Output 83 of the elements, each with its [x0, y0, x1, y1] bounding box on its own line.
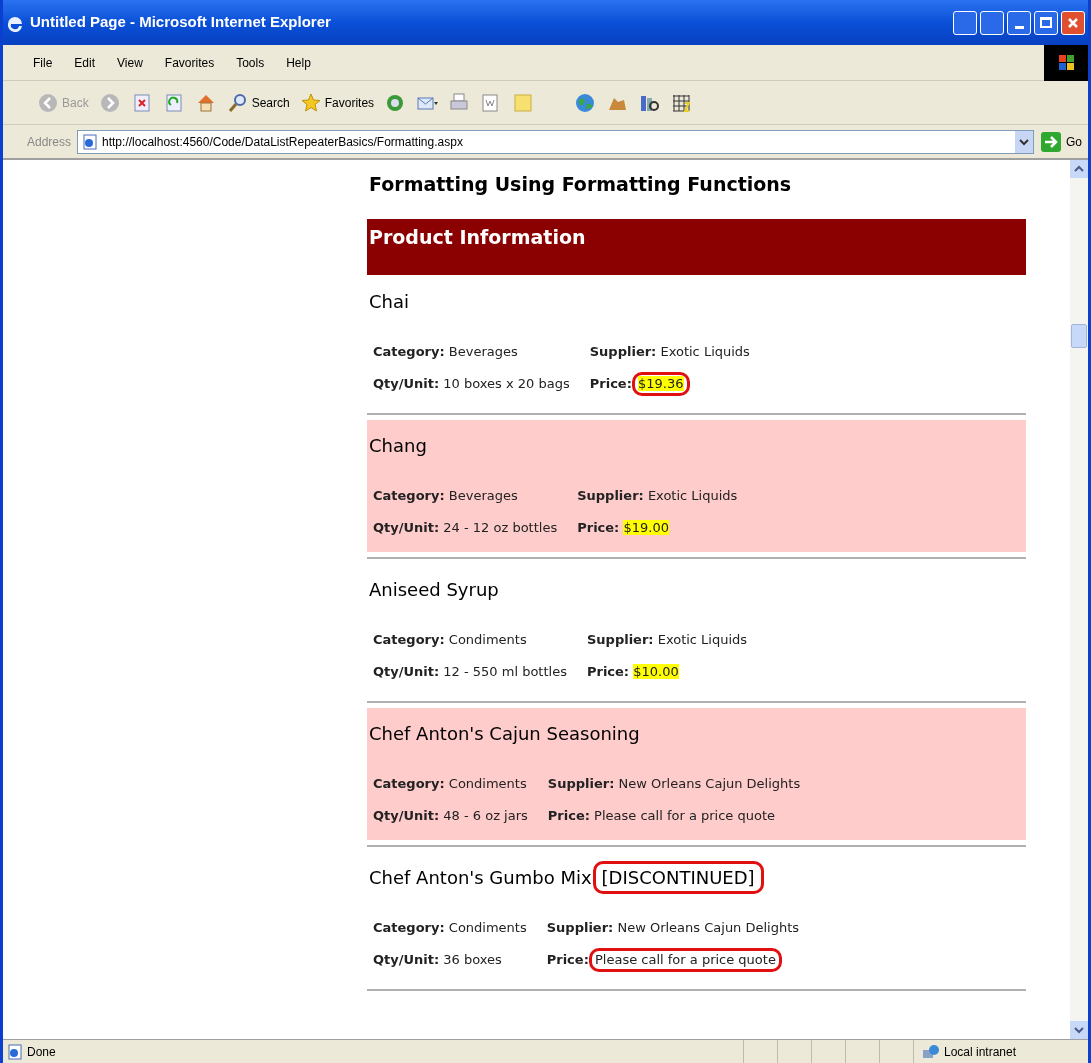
page-heading: Formatting Using Formatting Functions — [368, 172, 793, 197]
field-value: Condiments — [448, 775, 527, 791]
caret-icon — [1074, 1026, 1084, 1034]
star-icon[interactable] — [299, 91, 322, 114]
field-label: Supplier: — [546, 919, 614, 935]
address-value: http://localhost:4560/Code/DataListRepeaterBasics/Formatting.aspx — [102, 133, 464, 151]
zone-text: Local intranet — [944, 1043, 1017, 1061]
caret-icon — [1019, 137, 1029, 146]
page-icon — [7, 1043, 23, 1060]
menu-item[interactable]: Favorites — [164, 53, 215, 72]
menu-item[interactable]: View — [117, 53, 143, 72]
field-label: Category: — [373, 631, 445, 647]
field-value: $19.36 — [638, 375, 684, 391]
field-value: Condiments — [448, 631, 527, 647]
field-label: Category: — [373, 919, 445, 935]
field-value: $19.00 — [623, 519, 669, 535]
field-label: Price: — [547, 807, 590, 823]
field-value: 48 - 6 oz jars — [443, 807, 528, 823]
menu-item[interactable]: Help — [286, 53, 311, 72]
field-value: $10.00 — [633, 663, 679, 679]
search-button[interactable]: Search — [226, 91, 290, 114]
field-value: Exotic Liquids — [660, 343, 750, 359]
windows-logo-icon — [1044, 44, 1088, 81]
field-label: Supplier: — [577, 487, 644, 503]
field-value: Please call for a price quote — [595, 951, 776, 967]
field-label: Qty/Unit: — [373, 951, 440, 967]
scroll-up-button[interactable] — [1070, 160, 1088, 178]
window-button[interactable] — [980, 10, 1004, 35]
menu-item[interactable]: File — [33, 53, 53, 72]
field-label: Price: — [589, 375, 632, 391]
field-label: Qty/Unit: — [373, 663, 440, 679]
scroll-down-button[interactable] — [1070, 1021, 1088, 1039]
annotation-ring: [DISCONTINUED] — [592, 861, 764, 894]
field-label: Supplier: — [586, 631, 654, 647]
field-value: Beverages — [448, 487, 518, 503]
field-label: Price: — [586, 663, 630, 679]
field-value: 24 - 12 oz bottles — [443, 519, 558, 535]
network-globe-icon — [922, 1043, 940, 1060]
field-value: Exotic Liquids — [647, 487, 738, 503]
address-label: Address — [27, 133, 72, 151]
field-label: Category: — [373, 487, 445, 503]
product-name: Chang — [369, 434, 427, 458]
product-name: Chef Anton's Cajun Seasoning — [369, 722, 640, 746]
scrollbar[interactable] — [1070, 160, 1088, 1039]
window-title: Untitled Page - Microsoft Internet Explorer — [30, 12, 332, 33]
field-value: 36 boxes — [443, 951, 502, 967]
field-value: 10 boxes x 20 bags — [443, 375, 570, 391]
field-label: Qty/Unit: — [373, 519, 440, 535]
field-label: Price: — [577, 519, 620, 535]
field-value: New Orleans Cajun Delights — [618, 775, 801, 791]
field-value: Exotic Liquids — [657, 631, 748, 647]
field-label: Qty/Unit: — [373, 807, 440, 823]
close-button[interactable] — [1061, 10, 1085, 35]
product-name: Chef Anton's Gumbo Mix — [369, 866, 592, 890]
field-value: New Orleans Cajun Delights — [617, 919, 800, 935]
field-label: Price: — [546, 951, 589, 967]
field-label: Category: — [373, 775, 445, 791]
minimize-button[interactable] — [1007, 10, 1031, 35]
field-label: Supplier: — [547, 775, 615, 791]
header-band: Product Information — [367, 218, 1026, 275]
menu-item[interactable]: Edit — [74, 53, 96, 72]
close-icon — [1067, 16, 1079, 29]
search-icon[interactable] — [226, 91, 249, 114]
maximize-button[interactable] — [1034, 10, 1058, 35]
field-value: 12 - 550 ml bottles — [443, 663, 567, 679]
field-label: Category: — [373, 343, 445, 359]
field-value: Please call for a price quote — [594, 807, 775, 823]
favorites-button[interactable]: Favorites — [299, 91, 375, 114]
menu-item[interactable]: Tools — [236, 53, 265, 72]
caret-up-icon — [1074, 165, 1084, 173]
field-label: Qty/Unit: — [373, 375, 440, 391]
dropdown-button[interactable] — [1015, 130, 1033, 153]
field-value: Condiments — [448, 919, 527, 935]
page-icon — [82, 133, 99, 150]
globe-icon[interactable] — [574, 91, 597, 114]
field-label: Supplier: — [589, 343, 657, 359]
field-value: Beverages — [448, 343, 518, 359]
address-field[interactable]: http://localhost:4560/Code/DataListRepeaterBasics/Formatting.aspx — [77, 129, 1034, 154]
product-name: Chai — [369, 290, 409, 314]
scroll-thumb[interactable] — [1071, 324, 1087, 349]
go-button[interactable]: Go — [1040, 130, 1082, 153]
product-name: Aniseed Syrup — [369, 578, 499, 602]
status-text: Done — [27, 1043, 57, 1061]
